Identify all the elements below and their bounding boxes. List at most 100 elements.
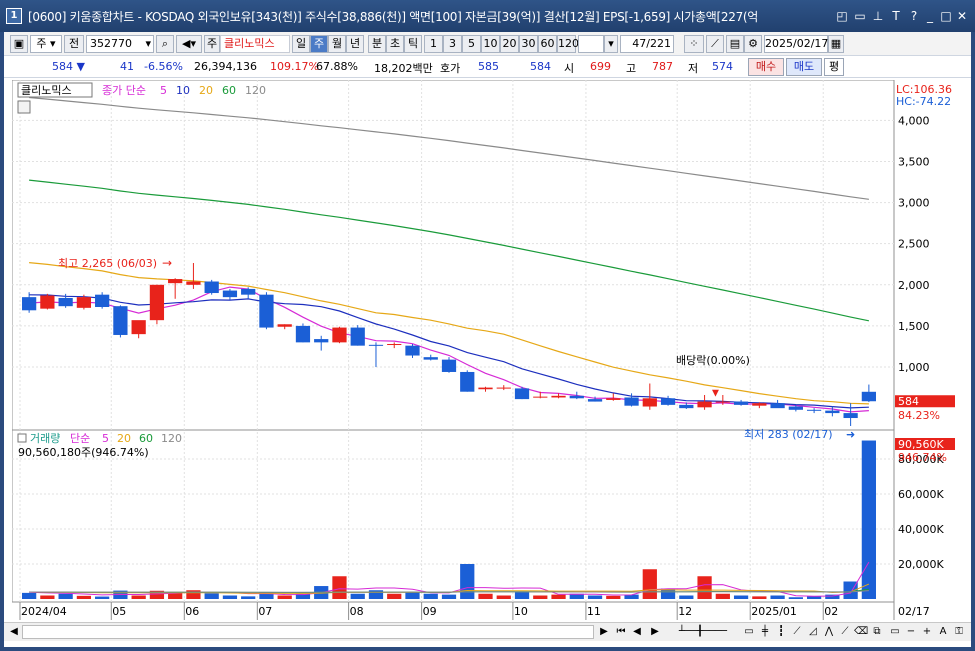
date-input[interactable]: 2025/02/17 bbox=[764, 35, 828, 53]
interval-tab-7[interactable]: 120 bbox=[557, 35, 579, 53]
candle-body bbox=[314, 339, 329, 343]
legend-ma-120: 120 bbox=[245, 84, 266, 97]
sell-button[interactable]: 매도 bbox=[786, 58, 822, 76]
interval-tab-2[interactable]: 5 bbox=[462, 35, 481, 53]
bid-label: 호가 bbox=[440, 62, 461, 75]
prev-page-icon[interactable]: ◀ bbox=[630, 625, 644, 639]
zoom-fit-icon[interactable]: ▭ bbox=[742, 625, 756, 639]
trend-icon[interactable]: ⟋ bbox=[706, 35, 724, 53]
volume-bar bbox=[332, 576, 347, 599]
volume-bar bbox=[587, 595, 603, 599]
save-icon[interactable]: ▤ bbox=[726, 35, 744, 53]
layout-icon[interactable]: ▣ bbox=[10, 35, 28, 53]
candle-body bbox=[715, 401, 730, 403]
unit-tab-0[interactable]: 분 bbox=[368, 35, 386, 53]
open-label: 시 bbox=[564, 62, 575, 75]
code-input[interactable]: 352770 ▾ bbox=[86, 35, 154, 53]
volume-tick-label: 40,000K bbox=[898, 523, 944, 536]
interval-tab-1[interactable]: 3 bbox=[443, 35, 462, 53]
search-icon[interactable]: ⌕ bbox=[156, 35, 174, 53]
candle-body bbox=[733, 401, 749, 405]
draw-icon[interactable]: ⟋ bbox=[838, 625, 852, 639]
open-value: 699 bbox=[590, 60, 611, 73]
screen-icon[interactable]: ▭ bbox=[888, 625, 902, 639]
prev-button[interactable]: 전 bbox=[64, 35, 84, 53]
settings-dots-icon[interactable]: ⁘ bbox=[684, 35, 704, 53]
bar-icon[interactable]: ┇ bbox=[774, 625, 788, 639]
font-icon[interactable]: T bbox=[888, 8, 904, 24]
x-right-label: 02/17 bbox=[898, 605, 930, 618]
candle-body bbox=[295, 325, 311, 343]
candle-body bbox=[788, 406, 803, 410]
period-tab-2[interactable]: 월 bbox=[328, 35, 346, 53]
scroll-left-icon[interactable]: ◀ bbox=[8, 625, 20, 639]
bid-value: 584 bbox=[530, 60, 551, 73]
volume-bar bbox=[423, 593, 438, 599]
next-page-icon[interactable]: ▶ bbox=[648, 625, 662, 639]
close-icon[interactable]: ✕ bbox=[954, 8, 970, 24]
interval-tab-4[interactable]: 20 bbox=[500, 35, 519, 53]
interval-tab-0[interactable]: 1 bbox=[424, 35, 443, 53]
interval-input[interactable] bbox=[578, 35, 604, 53]
hc-label: HC:-74.22 bbox=[896, 95, 951, 108]
restore-icon[interactable]: ◰ bbox=[834, 8, 850, 24]
unit-tab-1[interactable]: 초 bbox=[386, 35, 404, 53]
candle-body bbox=[460, 371, 475, 392]
first-page-icon[interactable]: ⏮ bbox=[614, 625, 628, 639]
legend-ma-20: 20 bbox=[199, 84, 213, 97]
x-tick-label: 11 bbox=[587, 605, 601, 618]
candle-body bbox=[332, 327, 347, 343]
line-icon[interactable]: ⟋ bbox=[790, 625, 804, 639]
zoom-in-icon[interactable]: + bbox=[920, 625, 934, 639]
period-tab-3[interactable]: 년 bbox=[346, 35, 364, 53]
unit-tab-2[interactable]: 틱 bbox=[404, 35, 422, 53]
average-button[interactable]: 평 bbox=[824, 58, 844, 76]
erase-icon[interactable]: ⌫ bbox=[854, 625, 868, 639]
volume-bar bbox=[95, 596, 110, 599]
interval-tab-5[interactable]: 30 bbox=[519, 35, 538, 53]
help-icon[interactable]: ? bbox=[906, 8, 922, 24]
candle-body bbox=[569, 395, 584, 399]
code-value: 352770 bbox=[90, 37, 132, 50]
scroll-track[interactable] bbox=[22, 625, 594, 639]
volume-legend-ma-20: 20 bbox=[117, 432, 131, 445]
sound-icon[interactable]: ◀▾ bbox=[176, 35, 202, 53]
volume-title: 거래량 bbox=[30, 432, 60, 445]
candle-body bbox=[58, 297, 73, 307]
pin-icon[interactable]: ⊥ bbox=[870, 8, 886, 24]
interval-tab-6[interactable]: 60 bbox=[538, 35, 557, 53]
x-tick-label: 05 bbox=[112, 605, 126, 618]
gear-icon[interactable]: ⚙ bbox=[744, 35, 762, 53]
period-tab-0[interactable]: 일 bbox=[292, 35, 310, 53]
stock-chart[interactable]: 4,0003,5003,0002,5002,0001,5001,00080,00… bbox=[12, 80, 963, 633]
toolbar: ▣ 주 ▾ 전 352770 ▾ ⌕ ◀▾ 주 클리노믹스 일주월년 분초틱 13… bbox=[4, 32, 971, 56]
chevron-down-icon[interactable]: ▾ bbox=[145, 36, 151, 52]
zoom-out-icon[interactable]: − bbox=[904, 625, 918, 639]
x-tick-label: 2024/04 bbox=[21, 605, 67, 618]
zoom-slider[interactable]: ┴──╂──── bbox=[668, 625, 738, 639]
period-tab-1[interactable]: 주 bbox=[310, 35, 328, 53]
tile-icon[interactable]: ▭ bbox=[852, 8, 868, 24]
maximize-icon[interactable]: □ bbox=[938, 8, 954, 24]
tool-a-icon[interactable]: A bbox=[936, 625, 950, 639]
tool-b-icon[interactable]: ⚿ bbox=[952, 625, 966, 639]
volume-bar bbox=[387, 593, 402, 599]
volume-bar bbox=[22, 592, 37, 599]
price-tick-label: 1,500 bbox=[898, 320, 930, 333]
interval-tab-3[interactable]: 10 bbox=[481, 35, 500, 53]
stock-kind-badge[interactable]: 주 bbox=[204, 35, 220, 53]
volume-bar bbox=[58, 593, 73, 599]
chart-type-select[interactable]: 주 ▾ bbox=[30, 35, 62, 53]
scroll-right-icon[interactable]: ▶ bbox=[598, 625, 610, 639]
high-label: 고 bbox=[626, 62, 637, 75]
candle-icon[interactable]: ╪ bbox=[758, 625, 772, 639]
buy-button[interactable]: 매수 bbox=[748, 58, 784, 76]
overlay-icon[interactable]: ⧉ bbox=[870, 625, 884, 639]
price-tick-label: 4,000 bbox=[898, 114, 930, 127]
candle-body bbox=[752, 403, 767, 406]
calendar-icon[interactable]: ▦ bbox=[828, 35, 844, 53]
area-icon[interactable]: ◿ bbox=[806, 625, 820, 639]
compare-icon[interactable]: ⋀ bbox=[822, 625, 836, 639]
minimize-icon[interactable]: _ bbox=[922, 8, 938, 24]
chevron-down-icon[interactable]: ▾ bbox=[604, 35, 618, 53]
